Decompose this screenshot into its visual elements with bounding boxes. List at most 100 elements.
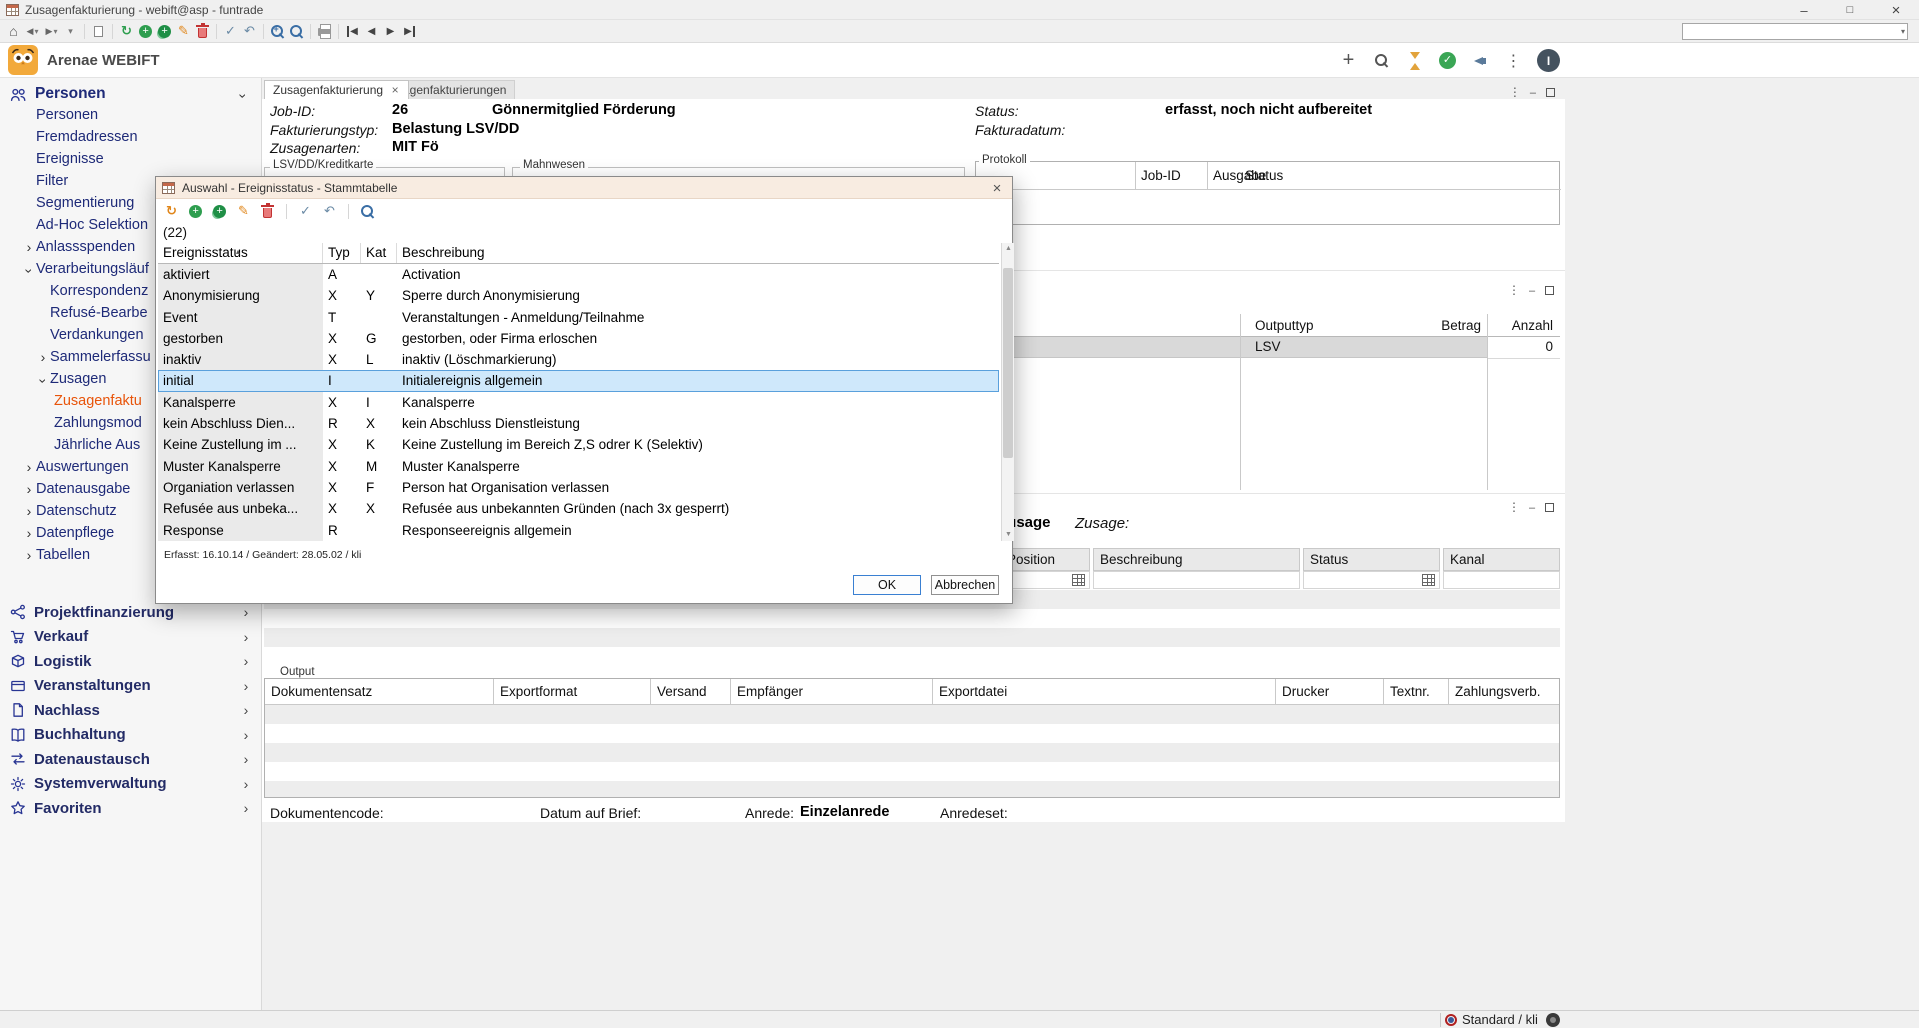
table-row[interactable]: Keine Zustellung im ... X K Keine Zustel… (158, 434, 999, 455)
nav-prev-icon[interactable] (362, 22, 381, 41)
undo-icon[interactable] (320, 202, 339, 221)
job-title-value: Gönnermitglied Förderung (492, 102, 676, 118)
table-row[interactable]: Anonymisierung X Y Sperre durch Anonymis… (158, 285, 999, 306)
panel-menu-icon[interactable] (1508, 498, 1519, 516)
tab-zusagenfakturierung[interactable]: Zusagenfakturierung (264, 80, 409, 99)
add-copy-icon[interactable] (210, 202, 229, 221)
cancel-button[interactable]: Abbrechen (931, 575, 999, 595)
table-row[interactable]: Muster Kanalsperre X M Muster Kanalsperr… (158, 456, 999, 477)
search-icon[interactable] (1372, 51, 1391, 70)
sidebar-module-systemverwaltung[interactable]: Systemverwaltung (0, 772, 262, 797)
lookup-grid-icon[interactable] (1422, 574, 1435, 586)
add-copy-icon[interactable] (155, 22, 174, 41)
forward-icon[interactable] (42, 22, 61, 41)
cell-typ: X (323, 498, 361, 519)
column-header-typ[interactable]: Typ (323, 243, 361, 263)
sidebar-module-nachlass[interactable]: Nachlass (0, 698, 262, 723)
table-row[interactable]: Event T Veranstaltungen - Anmeldung/Teil… (158, 307, 999, 328)
table-row[interactable]: inaktiv X L inaktiv (Löschmarkierung) (158, 349, 999, 370)
scroll-down-icon[interactable] (1002, 529, 1015, 541)
sidebar-item-fremdadressen[interactable]: Fremdadressen (0, 126, 262, 148)
nav-next-icon[interactable] (381, 22, 400, 41)
scrollbar[interactable] (1001, 243, 1014, 541)
panel-maximize-icon[interactable] (1545, 286, 1554, 295)
scroll-up-icon[interactable] (1002, 243, 1015, 255)
zoom-out-icon[interactable] (287, 22, 306, 41)
status-value: erfasst, noch nicht aufbereitet (1165, 102, 1372, 118)
connection-status-icon[interactable] (1546, 1013, 1560, 1027)
edit-icon[interactable] (234, 202, 253, 221)
delete-icon[interactable] (258, 202, 277, 221)
sidebar-module-favoriten[interactable]: Favoriten (0, 796, 262, 821)
panel-minimize-icon[interactable] (1529, 498, 1535, 516)
add-icon[interactable] (186, 202, 205, 221)
tab-close-icon[interactable] (390, 83, 400, 97)
sidebar-section-personen[interactable]: Personen (0, 82, 262, 106)
sidebar-item-ereignisse[interactable]: Ereignisse (0, 148, 262, 170)
dropdown-icon[interactable] (61, 22, 80, 41)
minimize-button[interactable] (1781, 0, 1827, 20)
zoom-in-icon[interactable]: + (268, 22, 287, 41)
table-row[interactable]: Refusée aus unbeka... X X Refusée aus un… (158, 498, 999, 519)
back-icon[interactable] (23, 22, 42, 41)
sidebar-module-veranstaltungen[interactable]: Veranstaltungen (0, 674, 262, 699)
panel-minimize-icon[interactable] (1529, 281, 1535, 299)
table-row[interactable]: initial I Initialereignis allgemein (158, 370, 999, 391)
refresh-icon[interactable] (162, 202, 181, 221)
search-icon[interactable] (358, 202, 377, 221)
status-label: Status: (975, 103, 1019, 119)
session-status-icon[interactable] (1445, 1014, 1457, 1026)
close-button[interactable] (1873, 0, 1919, 20)
output-box: Dokumentensatz Exportformat Versand Empf… (264, 678, 1560, 798)
betrag-col: Betrag (1360, 318, 1481, 333)
zusage-filter-beschreibung[interactable] (1093, 571, 1300, 589)
plus-icon[interactable] (1339, 51, 1358, 70)
column-header-ereignisstatus[interactable]: Ereignisstatus (158, 243, 323, 263)
confirm-icon[interactable] (296, 202, 315, 221)
table-row[interactable]: Organiation verlassen X F Person hat Org… (158, 477, 999, 498)
home-icon[interactable] (4, 22, 23, 41)
table-row[interactable]: Response R Responseereignis allgemein (158, 520, 999, 541)
delete-icon[interactable] (193, 22, 212, 41)
confirm-icon[interactable] (221, 22, 240, 41)
panel-maximize-icon[interactable] (1546, 88, 1555, 97)
sidebar-module-verkauf[interactable]: Verkauf (0, 625, 262, 650)
sidebar-item-personen[interactable]: Personen (0, 104, 262, 126)
output-row[interactable] (975, 337, 1487, 358)
star-icon (10, 800, 26, 816)
nav-last-icon[interactable] (400, 22, 419, 41)
zusage-filter-status[interactable] (1303, 571, 1440, 589)
panel-menu-icon[interactable] (1508, 281, 1519, 299)
scrollbar-thumb[interactable] (1003, 268, 1013, 458)
zusage-filter-kanal[interactable] (1443, 571, 1560, 589)
table-row[interactable]: kein Abschluss Dien... R X kein Abschlus… (158, 413, 999, 434)
sidebar-module-logistik[interactable]: Logistik (0, 649, 262, 674)
panel-maximize-icon[interactable] (1545, 503, 1554, 512)
output-row-anzahl: 0 (1497, 339, 1553, 354)
check-circle-icon[interactable] (1438, 51, 1457, 70)
lookup-grid-icon[interactable] (1072, 574, 1085, 586)
chevron-right-icon (239, 653, 253, 669)
undo-icon[interactable] (240, 22, 259, 41)
add-icon[interactable] (136, 22, 155, 41)
maximize-button[interactable] (1827, 0, 1873, 20)
print-icon[interactable] (315, 22, 334, 41)
toolbar-combobox[interactable] (1682, 23, 1908, 40)
edit-icon[interactable] (174, 22, 193, 41)
ok-button[interactable]: OK (853, 575, 921, 595)
table-row[interactable]: Kanalsperre X I Kanalsperre (158, 392, 999, 413)
column-header-kat[interactable]: Kat (361, 243, 397, 263)
refresh-icon[interactable] (117, 22, 136, 41)
column-header-beschreibung[interactable]: Beschreibung (397, 243, 999, 263)
table-row[interactable]: aktiviert A Activation (158, 264, 999, 285)
avatar[interactable]: I (1537, 49, 1560, 72)
table-row[interactable]: gestorben X G gestorben, oder Firma erlo… (158, 328, 999, 349)
sidebar-module-buchhaltung[interactable]: Buchhaltung (0, 723, 262, 748)
dialog-close-icon[interactable] (986, 177, 1008, 199)
hourglass-icon[interactable] (1405, 51, 1424, 70)
copy-window-icon[interactable] (89, 22, 108, 41)
megaphone-icon[interactable] (1471, 51, 1490, 70)
sidebar-module-datenaustausch[interactable]: Datenaustausch (0, 747, 262, 772)
nav-first-icon[interactable] (343, 22, 362, 41)
kebab-menu-icon[interactable] (1504, 51, 1523, 70)
